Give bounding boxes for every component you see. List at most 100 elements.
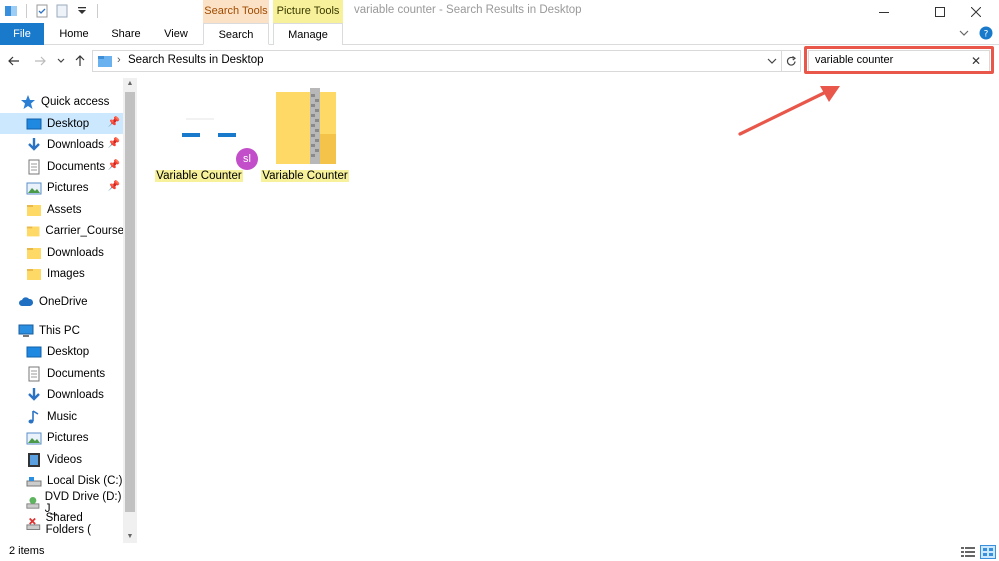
chevron-down-icon[interactable] bbox=[767, 54, 777, 68]
sidebar-item-quick-access[interactable]: Quick access bbox=[0, 91, 124, 112]
breadcrumb-separator-icon: › bbox=[117, 54, 121, 66]
sidebar-item-pc-downloads[interactable]: Downloads bbox=[0, 384, 124, 405]
sidebar-item-label: Downloads bbox=[47, 138, 104, 151]
sidebar-item-local-disk[interactable]: Local Disk (C:) bbox=[0, 470, 124, 491]
file-name: Variable Counter bbox=[154, 170, 244, 182]
network-drive-icon bbox=[26, 517, 41, 530]
sidebar-item-carrier-course[interactable]: Carrier_Course bbox=[0, 220, 124, 241]
sidebar-item-images[interactable]: Images bbox=[0, 263, 124, 284]
desktop-icon bbox=[26, 118, 42, 129]
sidebar-item-documents[interactable]: Documents 📌 bbox=[0, 156, 124, 177]
recent-locations-button[interactable] bbox=[55, 53, 67, 69]
pin-icon: 📌 bbox=[107, 138, 120, 149]
picture-tools-header: Picture Tools bbox=[273, 0, 343, 23]
expand-ribbon-icon[interactable] bbox=[959, 28, 969, 38]
pin-icon: 📌 bbox=[107, 117, 120, 128]
sidebar-item-downloads[interactable]: Downloads 📌 bbox=[0, 134, 124, 155]
new-folder-icon[interactable] bbox=[55, 4, 69, 18]
customize-toolbar-icon[interactable] bbox=[75, 4, 89, 18]
file-list: sl Variable Counter Variable Counter bbox=[140, 82, 995, 542]
refresh-button[interactable] bbox=[781, 50, 801, 72]
sidebar-item-label: Downloads bbox=[47, 388, 104, 401]
maximize-icon bbox=[935, 6, 945, 17]
tab-file[interactable]: File bbox=[0, 23, 44, 45]
sidebar-item-desktop[interactable]: Desktop 📌 bbox=[0, 113, 124, 134]
help-icon[interactable]: ? bbox=[979, 26, 993, 40]
window-title: variable counter - Search Results in Des… bbox=[354, 4, 582, 16]
details-view-icon[interactable] bbox=[960, 545, 976, 559]
quick-access-toolbar bbox=[4, 3, 100, 19]
up-button[interactable] bbox=[72, 53, 88, 69]
file-item[interactable]: Variable Counter bbox=[260, 82, 350, 188]
pin-icon: 📌 bbox=[107, 181, 120, 192]
folder-icon bbox=[26, 226, 40, 236]
cloud-icon bbox=[19, 296, 34, 306]
sidebar-item-downloads-folder[interactable]: Downloads bbox=[0, 242, 124, 263]
folder-icon bbox=[27, 247, 41, 259]
tab-view[interactable]: View bbox=[154, 23, 198, 45]
file-item[interactable]: sl Variable Counter bbox=[154, 82, 258, 188]
close-button[interactable] bbox=[953, 0, 999, 23]
sidebar-item-label: Images bbox=[47, 267, 85, 280]
search-highlight-annotation bbox=[804, 46, 994, 74]
sidebar-item-pc-documents[interactable]: Documents bbox=[0, 363, 124, 384]
sidebar-item-label: Assets bbox=[47, 203, 82, 216]
documents-icon bbox=[28, 366, 40, 381]
pictures-icon bbox=[26, 432, 42, 444]
sidebar-item-videos[interactable]: Videos bbox=[0, 449, 124, 470]
folder-icon bbox=[27, 268, 41, 280]
file-name: Variable Counter bbox=[260, 170, 350, 182]
tab-manage[interactable]: Manage bbox=[273, 23, 343, 45]
sidebar-item-dvd-drive[interactable]: DVD Drive (D:) J_ bbox=[0, 491, 124, 515]
status-bar: 2 items bbox=[0, 543, 999, 561]
scrollbar-thumb[interactable] bbox=[125, 92, 135, 512]
sidebar-item-label: Videos bbox=[47, 453, 82, 466]
computer-icon bbox=[18, 324, 34, 337]
sidebar-item-pc-desktop[interactable]: Desktop bbox=[0, 341, 124, 362]
tab-home[interactable]: Home bbox=[52, 23, 96, 45]
address-bar[interactable]: › Search Results in Desktop bbox=[92, 50, 782, 72]
download-arrow-icon bbox=[28, 137, 40, 151]
sidebar-item-pictures[interactable]: Pictures 📌 bbox=[0, 177, 124, 198]
download-arrow-icon bbox=[28, 387, 40, 401]
sidebar-item-label: Shared Folders ( bbox=[45, 511, 92, 536]
forward-button[interactable] bbox=[32, 53, 48, 69]
properties-icon[interactable] bbox=[35, 4, 49, 18]
dvd-drive-icon bbox=[26, 496, 40, 509]
title-bar: Search Tools Picture Tools variable coun… bbox=[0, 0, 999, 23]
back-button[interactable] bbox=[6, 53, 22, 69]
up-arrow-icon bbox=[75, 55, 85, 66]
sidebar-item-label: OneDrive bbox=[39, 295, 88, 308]
sidebar-item-assets[interactable]: Assets bbox=[0, 199, 124, 220]
sidebar-item-this-pc[interactable]: This PC bbox=[0, 320, 124, 341]
sidebar-item-label: Music bbox=[47, 410, 78, 423]
sidebar-item-label: Desktop bbox=[47, 345, 90, 358]
file-name-text: Variable Counter bbox=[155, 170, 243, 182]
hard-drive-icon bbox=[26, 476, 42, 486]
sidebar-item-pc-pictures[interactable]: Pictures bbox=[0, 427, 124, 448]
pictures-icon bbox=[26, 182, 42, 194]
sidebar-item-label: Documents bbox=[47, 367, 106, 380]
breadcrumb[interactable]: Search Results in Desktop bbox=[128, 54, 264, 66]
svg-text:?: ? bbox=[984, 30, 989, 40]
minimize-icon bbox=[879, 11, 889, 13]
refresh-icon bbox=[786, 55, 796, 66]
tab-share[interactable]: Share bbox=[104, 23, 148, 45]
desktop-icon bbox=[26, 346, 42, 357]
folder-icon bbox=[27, 204, 41, 216]
search-tools-header: Search Tools bbox=[203, 0, 269, 23]
scroll-down-icon[interactable]: ▼ bbox=[123, 531, 137, 543]
minimize-button[interactable] bbox=[861, 0, 907, 23]
large-icons-view-icon[interactable] bbox=[980, 545, 996, 559]
pin-icon: 📌 bbox=[107, 160, 120, 171]
sidebar-scrollbar[interactable]: ▲ ▼ bbox=[123, 78, 137, 543]
item-count: 2 items bbox=[9, 545, 45, 557]
music-note-icon bbox=[28, 409, 39, 423]
scroll-up-icon[interactable]: ▲ bbox=[123, 78, 137, 90]
tab-search[interactable]: Search bbox=[203, 23, 269, 45]
sidebar-item-shared-folders[interactable]: Shared Folders ( bbox=[0, 511, 124, 536]
sidebar-item-music[interactable]: Music bbox=[0, 406, 124, 427]
sidebar-item-label: Carrier_Course bbox=[45, 224, 124, 237]
star-icon bbox=[21, 94, 35, 109]
sidebar-item-onedrive[interactable]: OneDrive bbox=[0, 291, 124, 312]
